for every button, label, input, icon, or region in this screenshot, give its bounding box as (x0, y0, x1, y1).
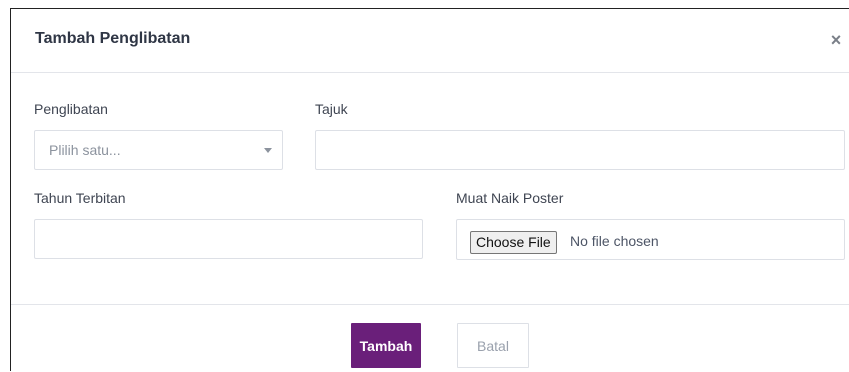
batal-button[interactable]: Batal (457, 323, 529, 368)
tambah-button[interactable]: Tambah (351, 323, 421, 368)
tajuk-input[interactable] (315, 130, 845, 170)
tahun-terbitan-label: Tahun Terbitan (34, 190, 126, 206)
close-icon: × (830, 30, 842, 50)
close-button[interactable]: × (822, 27, 849, 53)
caret-down-icon (264, 148, 272, 153)
tahun-terbitan-input[interactable] (34, 219, 423, 259)
tajuk-label: Tajuk (315, 101, 348, 117)
file-status: No file chosen (570, 233, 659, 249)
penglibatan-label: Penglibatan (34, 101, 108, 117)
modal-title: Tambah Penglibatan (35, 30, 191, 47)
poster-label: Muat Naik Poster (456, 190, 564, 206)
modal-header: Tambah Penglibatan × (11, 9, 849, 73)
modal-footer: Tambah Batal (11, 304, 849, 372)
choose-file-button[interactable]: Choose File (470, 231, 557, 254)
penglibatan-placeholder: Plilih satu... (49, 142, 121, 158)
poster-file-input: Choose File No file chosen (456, 219, 845, 260)
add-involvement-modal: Tambah Penglibatan × Penglibatan Plilih … (10, 8, 849, 371)
penglibatan-select[interactable]: Plilih satu... (34, 130, 283, 170)
